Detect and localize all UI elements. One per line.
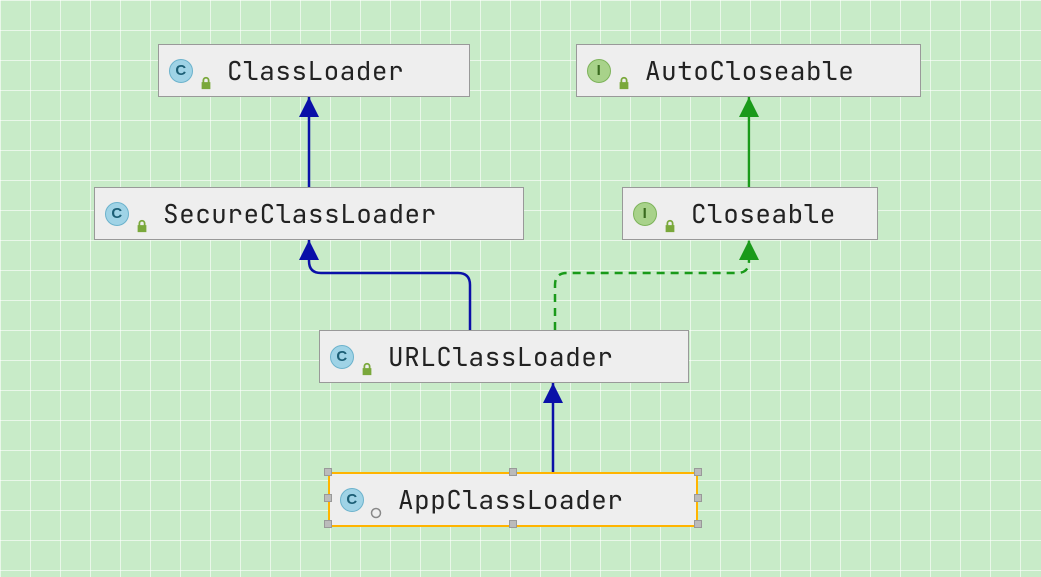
selection-handle[interactable]	[509, 520, 517, 528]
node-classloader[interactable]: C ClassLoader	[158, 44, 470, 97]
lock-icon	[617, 63, 633, 79]
node-label: URLClassLoader	[388, 339, 613, 374]
node-label: ClassLoader	[227, 53, 404, 88]
package-private-icon	[370, 492, 386, 508]
node-urlclassloader[interactable]: C URLClassLoader	[319, 330, 689, 383]
node-label: Closeable	[691, 196, 836, 231]
selection-handle[interactable]	[694, 494, 702, 502]
selection-handle[interactable]	[324, 494, 332, 502]
node-label: AutoCloseable	[645, 53, 854, 88]
selection-handle[interactable]	[694, 520, 702, 528]
interface-icon: I	[587, 59, 611, 83]
node-appclassloader[interactable]: C AppClassLoader	[328, 472, 698, 527]
lock-icon	[199, 63, 215, 79]
class-icon: C	[340, 488, 364, 512]
node-label: AppClassLoader	[398, 482, 623, 517]
diagram-canvas[interactable]: C ClassLoader I AutoCloseable C SecureCl…	[0, 0, 1041, 577]
edge-url-to-closeable	[555, 240, 749, 330]
node-closeable[interactable]: I Closeable	[622, 187, 878, 240]
class-icon: C	[105, 202, 129, 226]
selection-handle[interactable]	[694, 468, 702, 476]
edge-url-to-secure	[309, 240, 470, 330]
node-label: SecureClassLoader	[163, 196, 437, 231]
lock-icon	[135, 206, 151, 222]
lock-icon	[663, 206, 679, 222]
class-icon: C	[330, 345, 354, 369]
selection-handle[interactable]	[509, 468, 517, 476]
interface-icon: I	[633, 202, 657, 226]
class-icon: C	[169, 59, 193, 83]
lock-icon	[360, 349, 376, 365]
node-secureclassloader[interactable]: C SecureClassLoader	[94, 187, 524, 240]
node-autocloseable[interactable]: I AutoCloseable	[576, 44, 921, 97]
selection-handle[interactable]	[324, 520, 332, 528]
selection-handle[interactable]	[324, 468, 332, 476]
